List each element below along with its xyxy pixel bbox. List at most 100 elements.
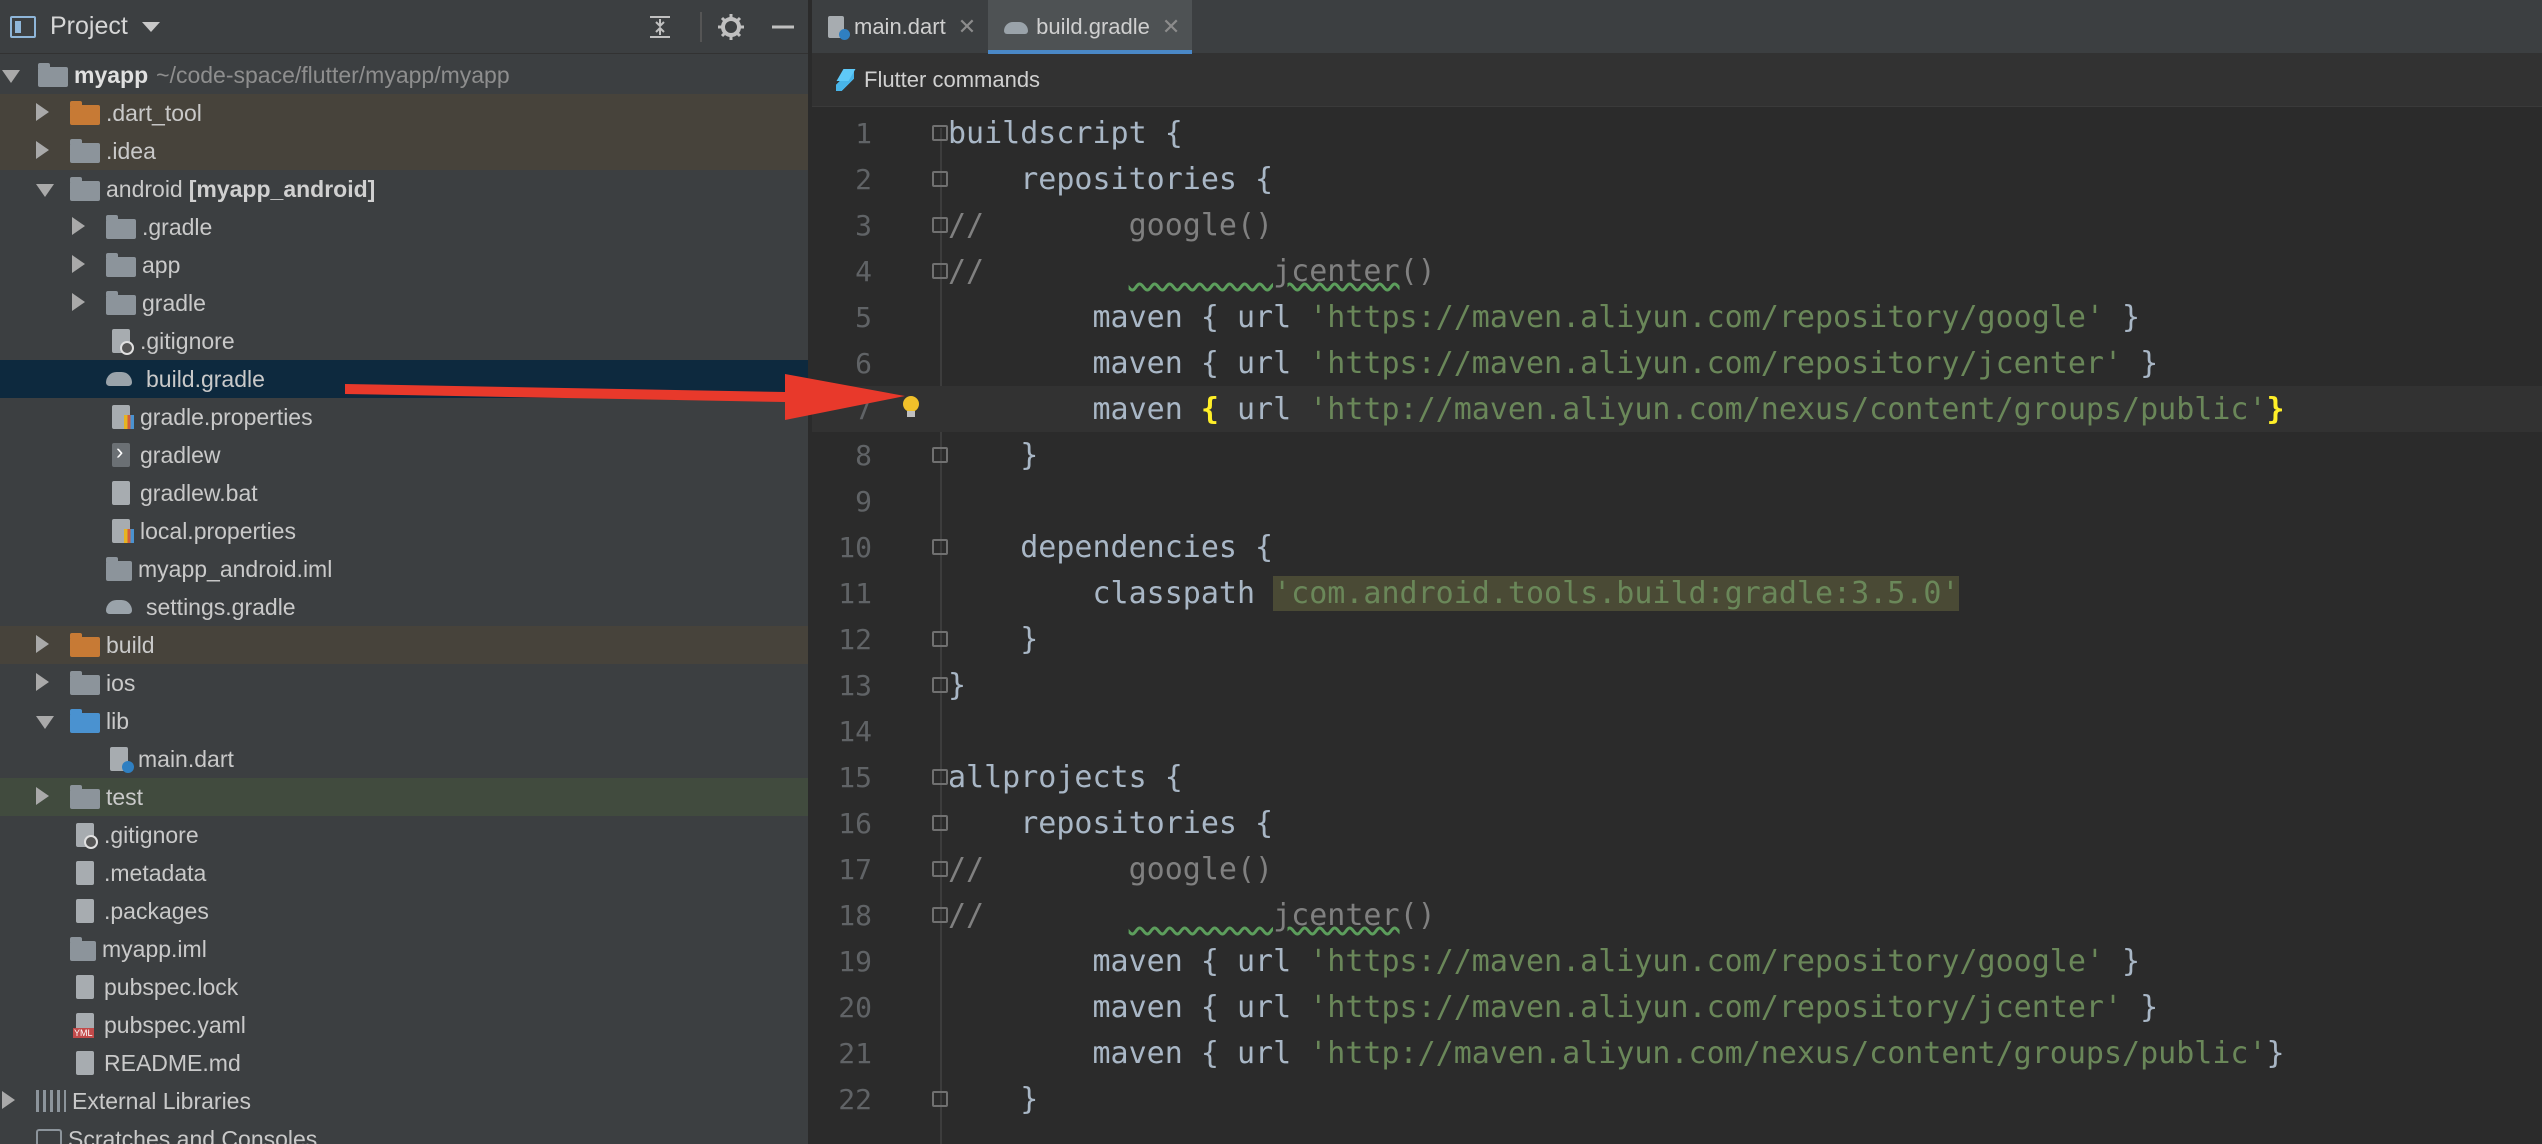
code-line[interactable]: 6 maven { url 'https://maven.aliyun.com/…: [812, 340, 2542, 386]
collapse-arrow-icon[interactable]: [36, 670, 56, 697]
collapse-arrow-icon[interactable]: [2, 1088, 22, 1115]
gradle-file-icon: [106, 370, 136, 388]
code-line[interactable]: 22 }: [812, 1076, 2542, 1122]
flutter-commands-bar[interactable]: Flutter commands: [812, 54, 2542, 107]
fold-marker-icon[interactable]: [932, 769, 948, 785]
properties-file-icon: [112, 405, 134, 429]
tree-item-myapp-iml[interactable]: myapp.iml: [0, 930, 808, 968]
tree-item-pubspec-lock[interactable]: pubspec.lock: [0, 968, 808, 1006]
tree-item-external-libraries[interactable]: External Libraries: [0, 1082, 808, 1120]
tree-item-gradle-dir[interactable]: .gradle: [0, 208, 808, 246]
code-line[interactable]: 17 // google(): [812, 846, 2542, 892]
code-line[interactable]: 2 repositories {: [812, 156, 2542, 202]
tree-item-gradlew-bat[interactable]: gradlew.bat: [0, 474, 808, 512]
code-area[interactable]: 1 buildscript { 2 repositories { 3 // go…: [812, 110, 2542, 1122]
code-line[interactable]: 16 repositories {: [812, 800, 2542, 846]
code-line[interactable]: 5 maven { url 'https://maven.aliyun.com/…: [812, 294, 2542, 340]
fold-marker-icon[interactable]: [932, 447, 948, 463]
panel-title[interactable]: Project: [50, 12, 128, 41]
collapse-arrow-icon[interactable]: [72, 214, 92, 241]
code-line[interactable]: 1 buildscript {: [812, 110, 2542, 156]
tree-item-packages[interactable]: .packages: [0, 892, 808, 930]
tab-build-gradle[interactable]: build.gradle ✕: [988, 0, 1193, 54]
tree-item-scratches[interactable]: Scratches and Consoles: [0, 1120, 808, 1144]
tree-item-main-dart[interactable]: main.dart: [0, 740, 808, 778]
module-folder-icon: [70, 177, 100, 201]
tree-item-myapp[interactable]: myapp ~/code-space/flutter/myapp/myapp: [0, 56, 808, 94]
fold-marker-icon[interactable]: [932, 907, 948, 923]
tree-item-android[interactable]: android [myapp_android]: [0, 170, 808, 208]
collapse-arrow-icon[interactable]: [36, 784, 56, 811]
tree-item-gradle[interactable]: gradle: [0, 284, 808, 322]
collapse-arrow-icon[interactable]: [72, 290, 92, 317]
tree-item-metadata[interactable]: .metadata: [0, 854, 808, 892]
project-window-icon: [10, 15, 36, 38]
code-line[interactable]: 15 allprojects {: [812, 754, 2542, 800]
code-line[interactable]: 13 }: [812, 662, 2542, 708]
folder-icon: [70, 633, 100, 657]
code-line[interactable]: 3 // google(): [812, 202, 2542, 248]
tree-item-app[interactable]: app: [0, 246, 808, 284]
collapse-all-icon[interactable]: [646, 0, 674, 54]
fold-marker-icon[interactable]: [932, 1091, 948, 1107]
tree-item-myapp-android-iml[interactable]: myapp_android.iml: [0, 550, 808, 588]
tree-item-test[interactable]: test: [0, 778, 808, 816]
tree-item-local-properties[interactable]: local.properties: [0, 512, 808, 550]
code-line[interactable]: 21 maven { url 'http://maven.aliyun.com/…: [812, 1030, 2542, 1076]
fold-marker-icon[interactable]: [932, 677, 948, 693]
minimize-icon[interactable]: [770, 0, 796, 54]
code-line[interactable]: 20 maven { url 'https://maven.aliyun.com…: [812, 984, 2542, 1030]
collapse-arrow-icon[interactable]: [36, 100, 56, 127]
tree-item-readme[interactable]: README.md: [0, 1044, 808, 1082]
code-line[interactable]: 11 classpath 'com.android.tools.build:gr…: [812, 570, 2542, 616]
collapse-arrow-icon[interactable]: [36, 632, 56, 659]
expand-arrow-icon[interactable]: [2, 62, 22, 89]
folder-icon: [70, 671, 100, 695]
fold-marker-icon[interactable]: [932, 263, 948, 279]
fold-marker-icon[interactable]: [932, 815, 948, 831]
tree-item-ios[interactable]: ios: [0, 664, 808, 702]
flutter-icon: [836, 69, 854, 91]
tree-item-build[interactable]: build: [0, 626, 808, 664]
libraries-icon: [36, 1090, 66, 1112]
code-line[interactable]: 8 }: [812, 432, 2542, 478]
code-line[interactable]: 18 // jcenter(): [812, 892, 2542, 938]
gear-icon[interactable]: [716, 0, 746, 54]
expand-arrow-icon[interactable]: [36, 708, 56, 735]
tab-main-dart[interactable]: main.dart ✕: [812, 0, 988, 54]
tree-item-dart-tool[interactable]: .dart_tool: [0, 94, 808, 132]
fold-marker-icon[interactable]: [932, 631, 948, 647]
tree-item-pubspec-yaml[interactable]: pubspec.yaml: [0, 1006, 808, 1044]
view-dropdown-icon[interactable]: [141, 21, 160, 32]
folder-icon: [70, 139, 100, 163]
tree-item-root-gitignore[interactable]: .gitignore: [0, 816, 808, 854]
tree-item-idea[interactable]: .idea: [0, 132, 808, 170]
tree-item-lib[interactable]: lib: [0, 702, 808, 740]
text-file-icon: [76, 1051, 94, 1075]
code-line[interactable]: 10 dependencies {: [812, 524, 2542, 570]
collapse-arrow-icon[interactable]: [36, 138, 56, 165]
code-line[interactable]: 12 }: [812, 616, 2542, 662]
text-file-icon: [76, 861, 94, 885]
tree-item-gradlew[interactable]: gradlew: [0, 436, 808, 474]
code-line[interactable]: 9: [812, 478, 2542, 524]
code-line-current[interactable]: 7 maven { url 'http://maven.aliyun.com/n…: [812, 386, 2542, 432]
annotation-arrow: [345, 374, 905, 420]
fold-marker-icon[interactable]: [932, 539, 948, 555]
fold-marker-icon[interactable]: [932, 171, 948, 187]
close-tab-icon[interactable]: ✕: [1162, 14, 1180, 40]
code-line[interactable]: 19 maven { url 'https://maven.aliyun.com…: [812, 938, 2542, 984]
expand-arrow-icon[interactable]: [36, 176, 56, 203]
fold-marker-icon[interactable]: [932, 217, 948, 233]
project-panel: Project myapp ~/code-space/flutter/myapp…: [0, 0, 810, 1144]
tree-item-settings-gradle[interactable]: settings.gradle: [0, 588, 808, 626]
collapse-arrow-icon[interactable]: [72, 252, 92, 279]
fold-marker-icon[interactable]: [932, 861, 948, 877]
code-line[interactable]: 4 // jcenter(): [812, 248, 2542, 294]
fold-marker-icon[interactable]: [932, 125, 948, 141]
gitignore-file-icon: [76, 823, 98, 849]
folder-icon: [106, 291, 136, 315]
close-tab-icon[interactable]: ✕: [958, 14, 976, 40]
code-line[interactable]: 14: [812, 708, 2542, 754]
properties-file-icon: [112, 519, 134, 543]
